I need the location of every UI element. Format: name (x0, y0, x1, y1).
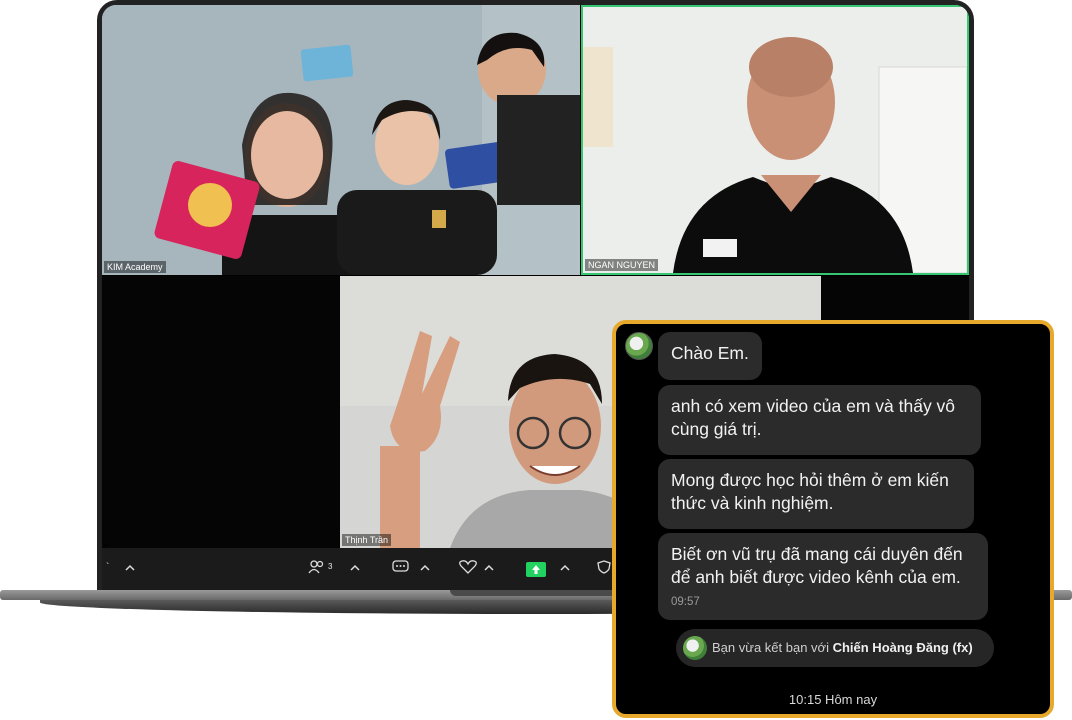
message-text: Chào Em. (671, 343, 749, 363)
chevron-up-icon[interactable]: ` (106, 560, 136, 574)
friend-notice-prefix: Bạn vừa kết bạn với (712, 640, 833, 655)
reactions-menu-chevron-icon[interactable] (484, 560, 494, 574)
message-bubble[interactable]: anh có xem video của em và thấy vô cùng … (658, 385, 981, 455)
friend-avatar (683, 636, 707, 660)
message-text: Biết ơn vũ trụ đã mang cái duyên đến để … (671, 544, 963, 587)
chat-menu-chevron-icon[interactable] (420, 560, 430, 574)
chat-conversation-card: Chào Em. anh có xem video của em và thấy… (612, 320, 1054, 718)
participant-name-label (104, 544, 110, 546)
laptop-notch (450, 590, 620, 596)
participant-video-2 (583, 7, 967, 273)
video-tile-empty[interactable] (102, 276, 340, 548)
share-screen-button[interactable] (526, 562, 546, 577)
participants-icon (308, 560, 324, 574)
message-timestamp: 09:57 (671, 596, 700, 608)
participants-count: 3 (328, 562, 333, 571)
participant-video-1 (102, 5, 580, 275)
participant-name-label: NGAN NGUYEN (585, 259, 659, 271)
video-tile-kim-academy[interactable]: KIM Academy (102, 5, 580, 275)
message-text: anh có xem video của em và thấy vô cùng … (671, 396, 956, 439)
security-button[interactable] (596, 560, 612, 574)
participants-menu-chevron-icon[interactable] (350, 560, 360, 574)
reactions-button[interactable] (458, 560, 478, 574)
chat-icon (392, 560, 409, 572)
share-screen-icon (532, 565, 540, 574)
message-bubble[interactable]: Mong được học hỏi thêm ở em kiến thức và… (658, 459, 974, 529)
reactions-icon (459, 560, 477, 574)
message-bubble[interactable]: Biết ơn vũ trụ đã mang cái duyên đến để … (658, 533, 988, 620)
message-text: Mong được học hỏi thêm ở em kiến thức và… (671, 470, 949, 513)
participants-button[interactable] (308, 560, 330, 574)
participant-name-label: Thịnh Trần (342, 534, 392, 546)
message-bubble[interactable]: Chào Em. (658, 332, 762, 380)
video-tile-ngan-nguyen[interactable]: NGAN NGUYEN (581, 5, 969, 275)
security-icon (597, 560, 611, 574)
participant-name-label: KIM Academy (104, 261, 166, 273)
svg-text:`: ` (106, 561, 109, 573)
conversation-time-divider: 10:15 Hôm nay (788, 692, 878, 707)
friend-name: Chiến Hoàng Đăng (fx) (832, 640, 973, 655)
sender-avatar[interactable] (625, 332, 653, 360)
promo-stage: KIM Academy NGAN NGUYEN Thịnh Trần ` 3 C… (0, 0, 1072, 720)
share-menu-chevron-icon[interactable] (560, 560, 570, 574)
chat-button[interactable] (392, 560, 410, 574)
friend-added-notice[interactable]: Bạn vừa kết bạn với Chiến Hoàng Đăng (fx… (676, 629, 994, 667)
